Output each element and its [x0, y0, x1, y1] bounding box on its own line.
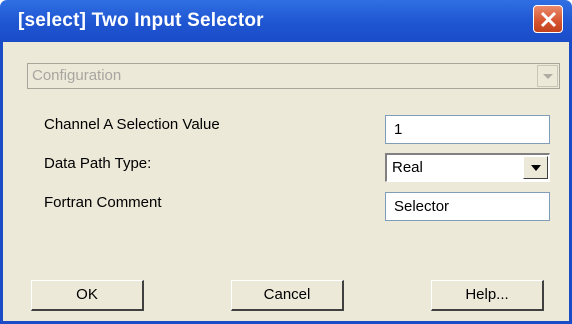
data-path-label: Data Path Type: [44, 155, 152, 172]
title-bar[interactable]: [select] Two Input Selector [0, 0, 572, 42]
configuration-dropdown-button [537, 65, 558, 87]
fortran-comment-label: Fortran Comment [44, 194, 162, 211]
close-icon [540, 11, 557, 28]
channel-a-input[interactable]: 1 [385, 115, 550, 144]
data-path-value: Real [392, 159, 423, 176]
configuration-dropdown: Configuration [27, 63, 560, 89]
help-button[interactable]: Help... [431, 280, 544, 311]
data-path-select[interactable]: Real [385, 153, 550, 182]
channel-a-label: Channel A Selection Value [44, 116, 220, 133]
close-button[interactable] [533, 5, 563, 33]
chevron-down-icon [543, 74, 553, 79]
cancel-button[interactable]: Cancel [231, 280, 344, 311]
window-title: [select] Two Input Selector [18, 10, 264, 31]
dialog-window: [select] Two Input Selector Configuratio… [0, 0, 572, 324]
configuration-value: Configuration [32, 67, 122, 84]
dialog-client-area: Configuration Channel A Selection Value … [0, 42, 572, 324]
chevron-down-icon [531, 165, 541, 171]
data-path-dropdown-button[interactable] [523, 156, 548, 179]
ok-button[interactable]: OK [31, 280, 144, 311]
fortran-comment-input[interactable]: Selector [385, 192, 550, 221]
